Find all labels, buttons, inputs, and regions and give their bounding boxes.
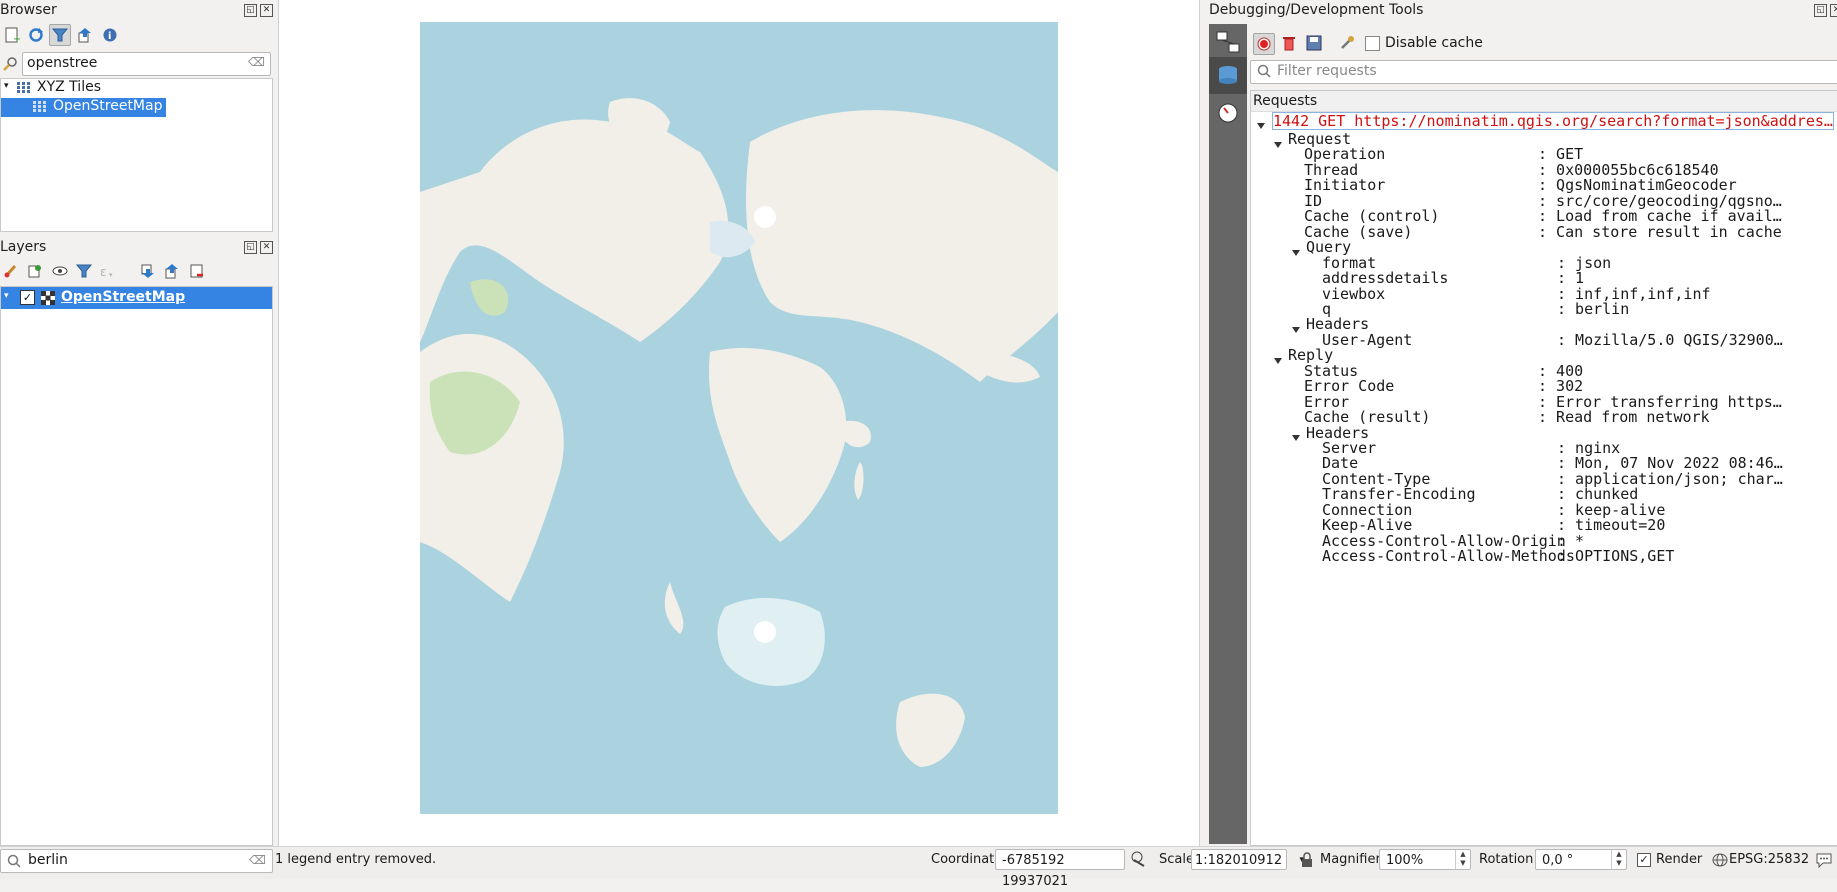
requests-tree: Requests 1442 GET https://nominatim.qgis… xyxy=(1250,90,1837,846)
float-icon[interactable]: ◱ xyxy=(1814,4,1827,17)
rotation-label: Rotation xyxy=(1479,852,1534,867)
clear-icon[interactable] xyxy=(1279,33,1299,53)
row-key: Access-Control-Allow-Methods xyxy=(1322,547,1575,566)
rotation-value: 0,0 ° xyxy=(1542,853,1574,868)
search-icon xyxy=(7,854,21,872)
chevron-down-icon[interactable]: ▾ xyxy=(4,291,9,301)
browser-tree: ▾ XYZ Tiles OpenStreetMap xyxy=(0,78,273,232)
collapse-all-icon[interactable] xyxy=(162,261,182,281)
scale-value: 1:182010912 xyxy=(1195,853,1283,868)
settings-wrench-icon[interactable] xyxy=(1337,33,1357,53)
coordinate-field[interactable]: -6785192 19937021 xyxy=(995,849,1125,889)
map-tile-openstreetmap[interactable] xyxy=(420,22,1058,814)
close-icon[interactable]: ✕ xyxy=(260,241,273,254)
locator-value: berlin xyxy=(28,852,68,868)
browser-search-value: openstree xyxy=(27,55,98,71)
raster-layer-icon xyxy=(41,291,55,309)
database-tab[interactable] xyxy=(1209,57,1247,94)
filter-requests-input[interactable]: Filter requests xyxy=(1250,60,1837,84)
messages-icon[interactable] xyxy=(1815,852,1833,869)
network-panel-icon[interactable] xyxy=(1215,29,1241,55)
filter-icon[interactable] xyxy=(49,24,71,46)
debug-panel-title: Debugging/Development Tools xyxy=(1209,2,1424,18)
close-icon[interactable]: ✕ xyxy=(260,4,273,17)
render-label: Render xyxy=(1656,852,1703,867)
float-icon[interactable]: ◱ xyxy=(244,241,257,254)
spin-arrows-icon[interactable]: ▲ ▼ xyxy=(1455,850,1470,869)
add-selected-layers-icon[interactable]: + xyxy=(2,25,22,45)
scale-label: Scale xyxy=(1159,852,1194,867)
map-canvas[interactable] xyxy=(278,0,1200,846)
collapse-all-icon[interactable] xyxy=(75,25,95,45)
layers-tree: ▾ ✓ OpenStreetMap xyxy=(0,286,273,846)
database-icon xyxy=(1219,66,1237,84)
locator-search-input[interactable]: berlin ⌫ xyxy=(0,849,273,873)
chevron-down-icon[interactable]: ▾ xyxy=(4,81,9,91)
filter-legend-icon[interactable] xyxy=(74,261,94,281)
float-icon[interactable]: ◱ xyxy=(244,4,257,17)
svg-text:▾: ▾ xyxy=(109,271,113,279)
svg-text:+: + xyxy=(13,34,20,43)
magnifier-spinbox[interactable]: 100% ▲ ▼ xyxy=(1379,849,1471,870)
remove-layer-icon[interactable] xyxy=(187,261,207,281)
render-checkbox[interactable]: ✓ xyxy=(1637,853,1651,867)
browser-panel-title: Browser xyxy=(0,2,57,18)
request-detail-row: Access-Control-Allow-Methods: OPTIONS,GE… xyxy=(1251,547,1837,565)
scale-combo[interactable]: 1:182010912 ▾ xyxy=(1191,849,1304,870)
layer-label: OpenStreetMap xyxy=(61,289,186,305)
spin-arrows-icon[interactable]: ▲ ▼ xyxy=(1611,850,1626,869)
tree-item-xyz-tiles[interactable]: ▾ XYZ Tiles xyxy=(1,79,272,98)
crs-label[interactable]: EPSG:25832 xyxy=(1729,852,1809,867)
debug-side-rail xyxy=(1209,24,1247,844)
info-icon[interactable]: i xyxy=(100,25,120,45)
tree-item-label: OpenStreetMap xyxy=(53,98,163,114)
browser-search-input[interactable]: openstree ⌫ xyxy=(22,52,271,76)
refresh-icon[interactable] xyxy=(26,25,46,45)
close-icon[interactable]: ✕ xyxy=(1830,4,1837,17)
profiler-clock-icon[interactable] xyxy=(1217,102,1239,124)
tree-item-label: XYZ Tiles xyxy=(37,79,101,95)
requests-header: Requests xyxy=(1251,91,1837,112)
toggle-extents-icon[interactable] xyxy=(1130,850,1148,868)
style-brush-icon[interactable] xyxy=(1,261,21,281)
record-icon[interactable] xyxy=(1253,33,1275,55)
xyz-grid-icon xyxy=(17,82,31,98)
expand-all-icon[interactable] xyxy=(138,261,158,281)
magnifier-value: 100% xyxy=(1386,853,1424,868)
clear-icon[interactable]: ⌫ xyxy=(248,55,265,69)
layer-item-openstreetmap[interactable]: ▾ ✓ OpenStreetMap xyxy=(1,287,272,309)
add-group-icon[interactable] xyxy=(25,261,45,281)
crs-globe-icon[interactable] xyxy=(1712,853,1728,867)
layer-visibility-checkbox[interactable]: ✓ xyxy=(20,290,35,305)
request-line: 1442 GET https://nominatim.qgis.org/sear… xyxy=(1272,112,1834,130)
layers-panel-title: Layers xyxy=(0,239,47,255)
lock-icon[interactable] xyxy=(1300,852,1314,868)
filter-expression-icon: ε ▾ xyxy=(98,261,118,281)
coordinate-label: Coordinate xyxy=(931,852,1003,867)
svg-text:ε: ε xyxy=(100,265,107,279)
request-row[interactable]: 1442 GET https://nominatim.qgis.org/sear… xyxy=(1251,112,1837,130)
disable-cache-checkbox[interactable] xyxy=(1365,36,1380,51)
search-icon xyxy=(1257,64,1271,82)
save-icon[interactable] xyxy=(1304,33,1324,53)
tree-item-openstreetmap[interactable]: OpenStreetMap xyxy=(1,98,166,117)
visibility-eye-icon[interactable] xyxy=(50,261,70,281)
xyz-layer-icon xyxy=(33,101,47,117)
clear-icon[interactable]: ⌫ xyxy=(249,853,266,867)
rotation-spinbox[interactable]: 0,0 ° ▲ ▼ xyxy=(1535,849,1627,870)
filter-requests-placeholder: Filter requests xyxy=(1277,63,1377,79)
svg-text:i: i xyxy=(108,31,111,42)
magnifier-label: Magnifier xyxy=(1320,852,1381,867)
search-icon xyxy=(0,53,22,75)
status-message: 1 legend entry removed. xyxy=(275,852,437,867)
disable-cache-label: Disable cache xyxy=(1385,35,1483,51)
row-value: : OPTIONS,GET xyxy=(1557,547,1675,566)
